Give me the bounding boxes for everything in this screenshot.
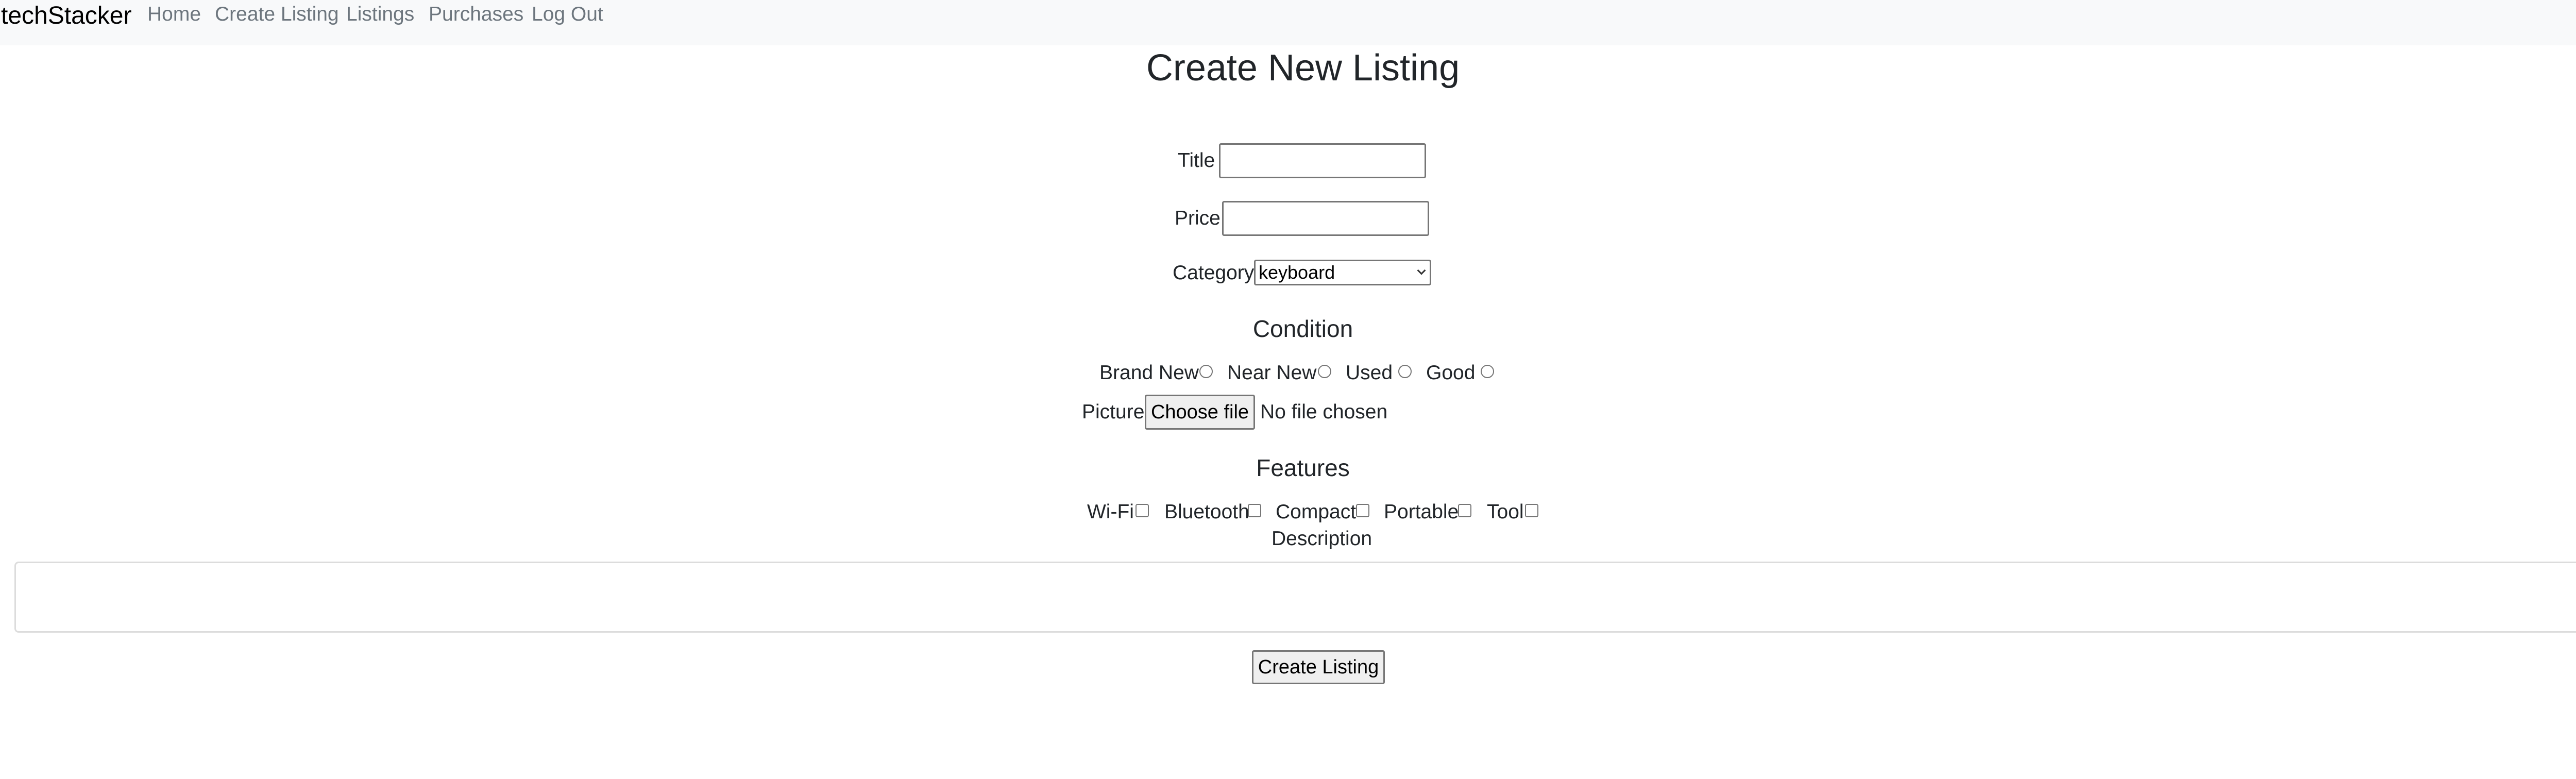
- feature-checkbox-compact[interactable]: [1356, 504, 1369, 517]
- nav-link-listings[interactable]: Listings: [346, 0, 414, 29]
- category-select[interactable]: keyboard: [1254, 260, 1431, 285]
- feature-label-wifi: Wi-Fi: [1087, 501, 1134, 523]
- price-input[interactable]: [1222, 201, 1429, 236]
- create-listing-button[interactable]: Create Listing: [1252, 650, 1385, 684]
- feature-checkbox-wifi[interactable]: [1136, 504, 1149, 517]
- condition-label-good: Good: [1426, 362, 1476, 384]
- condition-radio-near-new[interactable]: [1318, 365, 1331, 378]
- no-file-chosen-text: No file chosen: [1260, 401, 1388, 423]
- nav-link-purchases[interactable]: Purchases: [429, 0, 523, 29]
- condition-radio-brand-new[interactable]: [1199, 365, 1213, 378]
- condition-radio-good[interactable]: [1481, 365, 1494, 378]
- feature-label-compact: Compact: [1276, 501, 1357, 523]
- chevron-down-icon: [1417, 266, 1426, 275]
- description-textarea[interactable]: [14, 562, 2576, 633]
- condition-label-near-new: Near New: [1227, 362, 1317, 384]
- nav-link-log-out[interactable]: Log Out: [532, 0, 603, 29]
- feature-checkbox-bluetooth[interactable]: [1248, 504, 1261, 517]
- condition-heading: Condition: [1252, 315, 1353, 342]
- feature-label-tool: Tool: [1487, 501, 1524, 523]
- brand-link[interactable]: techStacker: [1, 0, 131, 32]
- picture-label: Picture: [1082, 401, 1145, 423]
- condition-label-used: Used: [1346, 362, 1393, 384]
- feature-checkbox-tool[interactable]: [1525, 504, 1538, 517]
- title-input[interactable]: [1219, 143, 1426, 178]
- feature-checkbox-portable[interactable]: [1458, 504, 1471, 517]
- nav-link-create-listing[interactable]: Create Listing: [215, 0, 339, 29]
- price-label: Price: [1175, 207, 1221, 229]
- title-label: Title: [1178, 149, 1215, 172]
- condition-label-brand-new: Brand New: [1099, 362, 1199, 384]
- page-title: Create New Listing: [1146, 47, 1460, 89]
- navbar: techStacker Home Create Listing Listings…: [0, 0, 2576, 45]
- feature-label-portable: Portable: [1384, 501, 1459, 523]
- feature-label-bluetooth: Bluetooth: [1164, 501, 1249, 523]
- description-label: Description: [1272, 528, 1372, 550]
- condition-radio-used[interactable]: [1398, 365, 1412, 378]
- features-heading: Features: [1256, 454, 1350, 481]
- nav-link-home[interactable]: Home: [147, 0, 201, 29]
- category-label: Category: [1173, 262, 1255, 284]
- choose-file-button[interactable]: Choose file: [1145, 395, 1255, 430]
- category-selected-value: keyboard: [1259, 262, 1335, 283]
